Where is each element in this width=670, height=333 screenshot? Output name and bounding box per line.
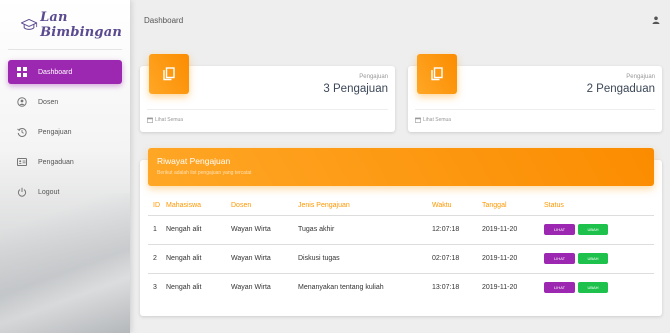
cell-id: 1 — [148, 215, 166, 245]
sidebar-item-logout[interactable]: Logout — [8, 180, 122, 204]
history-icon — [16, 126, 28, 138]
cell-status: LIHAT UBAH — [544, 273, 654, 302]
table-card-header: Riwayat Pengajuan Berikut adalah list pe… — [148, 148, 654, 186]
cell-jenis: Tugas akhir — [298, 215, 432, 245]
lihat-button[interactable]: LIHAT — [544, 224, 575, 235]
sidebar-nav: Dashboard Dosen Pengajuan Pengaduan Logo… — [0, 60, 130, 204]
table-row: 2 Nengah alit Wayan Wirta Diskusi tugas … — [148, 244, 654, 274]
column-header-id: ID — [148, 196, 166, 216]
copy-icon — [431, 67, 443, 81]
stat-card-pengaduan: Pengajuan 2 Pengaduan Lihat Semua — [408, 54, 662, 132]
stat-footer[interactable]: Lihat Semua — [147, 109, 388, 123]
view-all-link[interactable]: Lihat Semua — [155, 117, 183, 123]
table-header-row: ID Mahasiswa Dosen Jenis Pengajuan Waktu… — [148, 196, 654, 216]
person-circle-icon — [16, 96, 28, 108]
table-subtitle: Berikut adalah list pengajuan yang terca… — [157, 170, 252, 176]
sidebar-item-pengajuan[interactable]: Pengajuan — [8, 120, 122, 144]
stat-icon-box — [417, 54, 457, 94]
cell-status: LIHAT UBAH — [544, 244, 654, 274]
calendar-icon — [147, 117, 153, 123]
cell-dosen: Wayan Wirta — [231, 244, 298, 274]
cell-waktu: 13:07:18 — [432, 284, 460, 292]
cell-waktu: 12:07:18 — [432, 215, 482, 245]
cell-jenis: Menanyakan tentang kuliah — [298, 284, 384, 292]
sidebar-item-dashboard[interactable]: Dashboard — [8, 60, 122, 84]
lihat-button[interactable]: LIHAT — [544, 282, 575, 294]
stat-value: 3 Pengajuan — [323, 83, 388, 95]
column-header-jenis: Jenis Pengajuan — [298, 196, 432, 216]
sidebar-item-label: Dosen — [38, 98, 59, 106]
stat-card-pengajuan: Pengajuan 3 Pengajuan Lihat Semua — [140, 54, 395, 132]
copy-icon — [163, 67, 175, 81]
stat-category: Pengajuan — [626, 74, 655, 80]
stat-value: 2 Pengaduan — [586, 83, 655, 95]
cell-id: 2 — [148, 244, 166, 274]
column-header-mahasiswa: Mahasiswa — [166, 196, 231, 216]
stat-icon-box — [149, 54, 189, 94]
cell-tanggal: 2019-11-20 — [482, 284, 518, 292]
lihat-button[interactable]: LIHAT — [544, 253, 575, 264]
sidebar-item-pengaduan[interactable]: Pengaduan — [8, 150, 122, 174]
power-icon — [16, 186, 28, 198]
table-row: 1 Nengah alit Wayan Wirta Tugas akhir 12… — [148, 215, 654, 245]
sidebar-item-label: Dashboard — [38, 68, 73, 76]
page-title: Dashboard — [144, 16, 184, 25]
cell-mahasiswa: Nengah alit — [166, 244, 231, 274]
sidebar-item-label: Pengaduan — [38, 158, 74, 166]
cell-dosen: Wayan Wirta — [231, 215, 298, 245]
brand-logo[interactable]: Lan Bimbingan — [8, 0, 122, 50]
ubah-button[interactable]: UBAH — [578, 282, 608, 294]
cell-status: LIHAT UBAH — [544, 215, 654, 245]
graduation-cap-icon — [20, 18, 38, 30]
sidebar-item-label: Logout — [38, 188, 60, 196]
ubah-button[interactable]: UBAH — [578, 253, 608, 264]
sidebar-item-dosen[interactable]: Dosen — [8, 90, 122, 114]
person-icon[interactable] — [652, 16, 660, 24]
calendar-icon — [415, 117, 421, 123]
id-card-icon — [16, 156, 28, 168]
cell-mahasiswa: Nengah alit — [166, 215, 231, 245]
view-all-link[interactable]: Lihat Semua — [423, 117, 451, 123]
table-title: Riwayat Pengajuan — [157, 156, 231, 166]
brand-name: Lan Bimbingan — [40, 9, 122, 40]
column-header-waktu: Waktu — [432, 196, 482, 216]
column-header-tanggal: Tanggal — [482, 196, 544, 216]
cell-mahasiswa: Nengah alit — [166, 284, 202, 292]
cell-jenis: Diskusi tugas — [298, 244, 432, 274]
cell-dosen: Wayan Wirta — [231, 284, 271, 292]
cell-id: 3 — [153, 284, 157, 292]
column-header-status: Status — [544, 196, 654, 216]
cell-waktu: 02:07:18 — [432, 244, 482, 274]
table-row: 3 Nengah alit Wayan Wirta Menanyakan ten… — [148, 273, 654, 302]
stat-footer[interactable]: Lihat Semua — [415, 109, 655, 123]
cell-tanggal: 2019-11-20 — [482, 215, 544, 245]
sidebar-item-label: Pengajuan — [38, 128, 72, 136]
stat-category: Pengajuan — [359, 74, 388, 80]
ubah-button[interactable]: UBAH — [578, 224, 608, 235]
cell-tanggal: 2019-11-20 — [482, 244, 544, 274]
history-table-card: Riwayat Pengajuan Berikut adalah list pe… — [140, 148, 662, 316]
topbar: Dashboard — [130, 0, 670, 40]
column-header-dosen: Dosen — [231, 196, 298, 216]
history-table: ID Mahasiswa Dosen Jenis Pengajuan Waktu… — [148, 196, 654, 302]
dashboard-icon — [16, 66, 28, 78]
sidebar: Lan Bimbingan Dashboard Dosen Pengajuan … — [0, 0, 130, 333]
